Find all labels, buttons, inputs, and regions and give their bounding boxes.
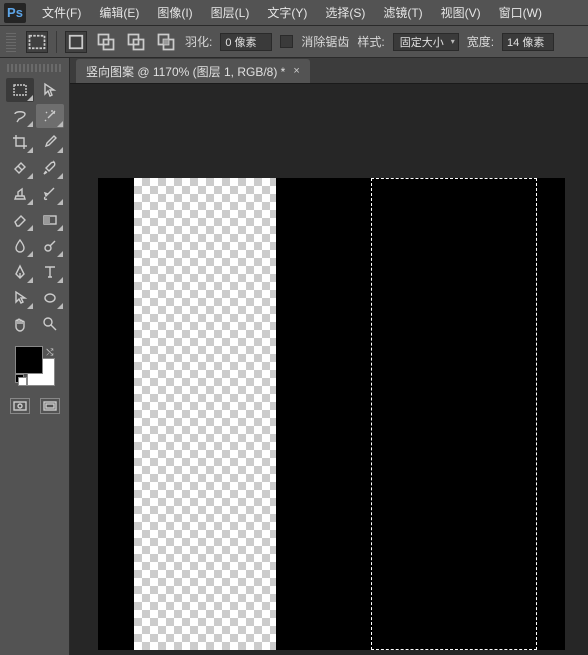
options-bar: 羽化: 消除锯齿 样式: 固定大小 宽度: — [0, 26, 588, 58]
antialias-label: 消除锯齿 — [301, 33, 349, 50]
swap-colors-icon[interactable]: ⤭ — [46, 347, 53, 358]
tool-rectangular-marquee[interactable] — [6, 78, 34, 102]
menu-window[interactable]: 窗口(W) — [491, 1, 550, 24]
transparent-region — [134, 178, 276, 650]
menu-file[interactable]: 文件(F) — [34, 1, 89, 24]
width-input[interactable] — [502, 33, 554, 51]
active-tool-preset[interactable] — [26, 31, 48, 53]
color-swatch: ⤭ — [15, 346, 55, 386]
tool-eyedropper[interactable] — [36, 130, 64, 154]
style-select[interactable]: 固定大小 — [393, 33, 459, 51]
tools-panel: ⤭ — [0, 58, 70, 655]
foreground-color[interactable] — [15, 346, 43, 374]
menu-filter[interactable]: 滤镜(T) — [375, 1, 430, 24]
tool-clone-stamp[interactable] — [6, 182, 34, 206]
ps-logo[interactable]: Ps — [4, 3, 26, 23]
tool-shape[interactable] — [36, 286, 64, 310]
tool-history-brush[interactable] — [36, 182, 64, 206]
tool-blur[interactable] — [6, 234, 34, 258]
selection-subtract-icon[interactable] — [125, 31, 147, 53]
tool-path-select[interactable] — [6, 286, 34, 310]
selection-marquee — [371, 178, 537, 650]
width-label: 宽度: — [467, 33, 494, 50]
antialias-checkbox[interactable] — [280, 35, 293, 48]
tool-dodge[interactable] — [36, 234, 64, 258]
feather-input[interactable] — [220, 33, 272, 51]
document-tabs: 竖向图案 @ 1170% (图层 1, RGB/8) * × — [70, 58, 588, 84]
selection-intersect-icon[interactable] — [155, 31, 177, 53]
tool-zoom[interactable] — [36, 312, 64, 336]
document-canvas[interactable] — [98, 178, 565, 650]
tool-gradient[interactable] — [36, 208, 64, 232]
options-grip[interactable] — [6, 32, 16, 52]
menu-image[interactable]: 图像(I) — [149, 1, 200, 24]
canvas-viewport[interactable] — [70, 84, 588, 655]
menu-select[interactable]: 选择(S) — [317, 1, 373, 24]
tool-magic-wand[interactable] — [36, 104, 64, 128]
menu-layer[interactable]: 图层(L) — [203, 1, 258, 24]
close-icon[interactable]: × — [293, 65, 299, 77]
screen-mode[interactable] — [40, 398, 60, 414]
tool-hand[interactable] — [6, 312, 34, 336]
document-tab[interactable]: 竖向图案 @ 1170% (图层 1, RGB/8) * × — [76, 59, 310, 83]
menu-type[interactable]: 文字(Y) — [259, 1, 315, 24]
app-menubar: Ps 文件(F) 编辑(E) 图像(I) 图层(L) 文字(Y) 选择(S) 滤… — [0, 0, 588, 26]
tool-move[interactable] — [36, 78, 64, 102]
feather-label: 羽化: — [185, 33, 212, 50]
tools-grip[interactable] — [7, 64, 63, 72]
style-label: 样式: — [357, 33, 384, 50]
tool-crop[interactable] — [6, 130, 34, 154]
canvas-area: 竖向图案 @ 1170% (图层 1, RGB/8) * × — [70, 58, 588, 655]
tool-pen[interactable] — [6, 260, 34, 284]
quick-mask-mode[interactable] — [10, 398, 30, 414]
selection-new-icon[interactable] — [65, 31, 87, 53]
default-colors-icon[interactable] — [15, 374, 27, 386]
tool-spot-healing[interactable] — [6, 156, 34, 180]
tool-eraser[interactable] — [6, 208, 34, 232]
menu-view[interactable]: 视图(V) — [433, 1, 489, 24]
tool-type[interactable] — [36, 260, 64, 284]
menu-edit[interactable]: 编辑(E) — [91, 1, 147, 24]
selection-add-icon[interactable] — [95, 31, 117, 53]
document-tab-title: 竖向图案 @ 1170% (图层 1, RGB/8) * — [86, 63, 285, 80]
tool-lasso[interactable] — [6, 104, 34, 128]
tool-brush[interactable] — [36, 156, 64, 180]
